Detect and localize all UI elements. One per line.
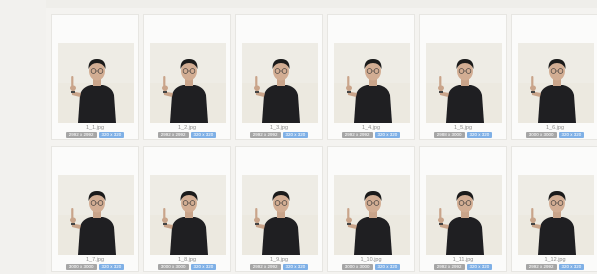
dimension-badges: 2992 x 2992 320 x 320 bbox=[420, 264, 506, 270]
dimension-badges: 3000 x 3000 320 x 320 bbox=[144, 264, 230, 270]
resized-size-badge: 320 x 320 bbox=[374, 264, 401, 270]
person-photo-image bbox=[150, 175, 226, 255]
photo-thumbnail[interactable] bbox=[518, 43, 594, 123]
file-name: 1_10.jpg bbox=[360, 257, 382, 263]
photo-thumbnail[interactable] bbox=[518, 175, 594, 255]
resized-size-badge: 320 x 320 bbox=[558, 264, 585, 270]
dimension-badges: 2992 x 2992 320 x 320 bbox=[236, 264, 322, 270]
resized-size-badge: 320 x 320 bbox=[190, 264, 217, 270]
dimension-badges: 2992 x 2992 320 x 320 bbox=[144, 132, 230, 138]
photo-thumbnail[interactable] bbox=[334, 43, 410, 123]
original-size-badge: 3000 x 3000 bbox=[65, 264, 97, 270]
person-photo-image bbox=[334, 175, 410, 255]
resized-size-badge: 320 x 320 bbox=[282, 264, 309, 270]
original-size-badge: 2992 x 2992 bbox=[433, 264, 465, 270]
thumbnail-card[interactable]: 1_3.jpg 2992 x 2992 320 x 320 bbox=[235, 14, 323, 140]
photo-thumbnail[interactable] bbox=[242, 43, 318, 123]
photo-thumbnail[interactable] bbox=[426, 175, 502, 255]
file-name: 1_7.jpg bbox=[85, 257, 105, 263]
resized-size-badge: 320 x 320 bbox=[466, 264, 493, 270]
thumbnail-card[interactable]: 1_8.jpg 3000 x 3000 320 x 320 bbox=[143, 146, 231, 272]
dimension-badges: 3000 x 3000 320 x 320 bbox=[328, 264, 414, 270]
original-size-badge: 3000 x 3000 bbox=[341, 264, 373, 270]
dimension-badges: 2992 x 2992 320 x 320 bbox=[328, 132, 414, 138]
dimension-badges: 3000 x 3000 320 x 320 bbox=[52, 264, 138, 270]
person-photo-image bbox=[334, 43, 410, 123]
original-size-badge: 2992 x 2992 bbox=[525, 264, 557, 270]
file-name: 1_8.jpg bbox=[177, 257, 197, 263]
person-photo-image bbox=[150, 43, 226, 123]
file-name: 1_4.jpg bbox=[361, 125, 381, 131]
left-sidebar bbox=[0, 0, 46, 274]
thumbnail-card[interactable]: 1_6.jpg 3000 x 3000 320 x 320 bbox=[511, 14, 597, 140]
file-name: 1_3.jpg bbox=[269, 125, 289, 131]
photo-thumbnail[interactable] bbox=[150, 175, 226, 255]
original-size-badge: 3000 x 3000 bbox=[525, 132, 557, 138]
person-photo-image bbox=[518, 43, 594, 123]
original-size-badge: 2992 x 2992 bbox=[249, 132, 281, 138]
original-size-badge: 2988 x 3000 bbox=[433, 132, 465, 138]
photo-thumbnail[interactable] bbox=[242, 175, 318, 255]
thumbnail-card[interactable]: 1_2.jpg 2992 x 2992 320 x 320 bbox=[143, 14, 231, 140]
file-name: 1_6.jpg bbox=[545, 125, 565, 131]
person-photo-image bbox=[518, 175, 594, 255]
dimension-badges: 3000 x 3000 320 x 320 bbox=[512, 132, 597, 138]
original-size-badge: 2992 x 2992 bbox=[341, 132, 373, 138]
original-size-badge: 3000 x 3000 bbox=[157, 264, 189, 270]
thumbnail-card[interactable]: 1_7.jpg 3000 x 3000 320 x 320 bbox=[51, 146, 139, 272]
thumbnail-card[interactable]: 1_5.jpg 2988 x 3000 320 x 320 bbox=[419, 14, 507, 140]
original-size-badge: 2992 x 2992 bbox=[249, 264, 281, 270]
resized-size-badge: 320 x 320 bbox=[98, 264, 125, 270]
resized-size-badge: 320 x 320 bbox=[466, 132, 493, 138]
person-photo-image bbox=[242, 43, 318, 123]
photo-thumbnail[interactable] bbox=[426, 43, 502, 123]
top-strip bbox=[46, 0, 597, 8]
dimension-badges: 2988 x 3000 320 x 320 bbox=[420, 132, 506, 138]
resized-size-badge: 320 x 320 bbox=[374, 132, 401, 138]
original-size-badge: 2992 x 2992 bbox=[65, 132, 97, 138]
file-name: 1_5.jpg bbox=[453, 125, 473, 131]
thumbnail-card[interactable]: 1_9.jpg 2992 x 2992 320 x 320 bbox=[235, 146, 323, 272]
file-name: 1_11.jpg bbox=[452, 257, 474, 263]
person-photo-image bbox=[58, 43, 134, 123]
thumbnail-card[interactable]: 1_12.jpg 2992 x 2992 320 x 320 bbox=[511, 146, 597, 272]
thumbnail-card[interactable]: 1_4.jpg 2992 x 2992 320 x 320 bbox=[327, 14, 415, 140]
thumbnail-card[interactable]: 1_1.jpg 2992 x 2992 320 x 320 bbox=[51, 14, 139, 140]
resized-size-badge: 320 x 320 bbox=[190, 132, 217, 138]
file-name: 1_1.jpg bbox=[85, 125, 105, 131]
thumbnail-card[interactable]: 1_10.jpg 3000 x 3000 320 x 320 bbox=[327, 146, 415, 272]
person-photo-image bbox=[426, 43, 502, 123]
photo-thumbnail[interactable] bbox=[150, 43, 226, 123]
resized-size-badge: 320 x 320 bbox=[98, 132, 125, 138]
resized-size-badge: 320 x 320 bbox=[558, 132, 585, 138]
person-photo-image bbox=[58, 175, 134, 255]
photo-thumbnail[interactable] bbox=[58, 175, 134, 255]
thumbnail-grid: 1_1.jpg 2992 x 2992 320 x 320 1_2.jpg 29… bbox=[51, 14, 597, 272]
dimension-badges: 2992 x 2992 320 x 320 bbox=[52, 132, 138, 138]
person-photo-image bbox=[426, 175, 502, 255]
original-size-badge: 2992 x 2992 bbox=[157, 132, 189, 138]
dimension-badges: 2992 x 2992 320 x 320 bbox=[512, 264, 597, 270]
photo-thumbnail[interactable] bbox=[58, 43, 134, 123]
dimension-badges: 2992 x 2992 320 x 320 bbox=[236, 132, 322, 138]
thumbnail-card[interactable]: 1_11.jpg 2992 x 2992 320 x 320 bbox=[419, 146, 507, 272]
resized-size-badge: 320 x 320 bbox=[282, 132, 309, 138]
file-name: 1_12.jpg bbox=[544, 257, 566, 263]
file-name: 1_2.jpg bbox=[177, 125, 197, 131]
person-photo-image bbox=[242, 175, 318, 255]
file-name: 1_9.jpg bbox=[269, 257, 289, 263]
photo-thumbnail[interactable] bbox=[334, 175, 410, 255]
